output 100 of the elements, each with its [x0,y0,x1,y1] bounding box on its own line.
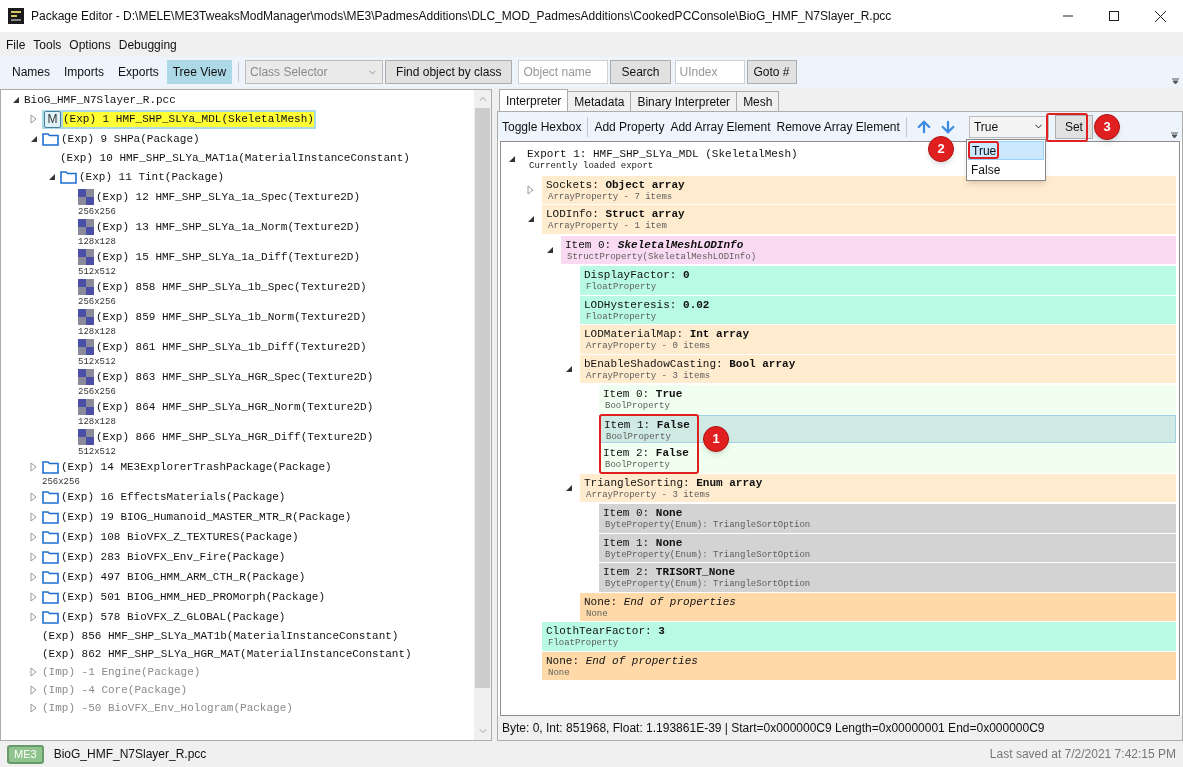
folder-icon [42,550,59,564]
toolbar-button[interactable]: Remove Array Element [776,117,900,136]
export-row[interactable]: Export 1: HMF_SHP_SLYa_MDL (SkeletalMesh) Currently loaded export [523,145,798,174]
tree-item[interactable]: (Exp) 9 SHPa(Package) [42,131,202,147]
expanded-arrow-icon[interactable] [11,95,20,105]
tree-item[interactable]: (Exp) 10 HMF_SHP_SLYa_MAT1a(MaterialInstanceConstant) [60,150,412,166]
collapsed-arrow-icon[interactable] [29,592,38,602]
tree-item[interactable]: (Imp) -1 Engine(Package) [42,664,203,680]
view-button[interactable]: Exports [112,60,165,84]
property-row[interactable]: ClothTearFactor: 3 FloatProperty [542,622,1176,651]
collapsed-arrow-icon[interactable] [29,512,38,522]
property-type: ArrayProperty - 3 items [586,489,711,501]
property-row[interactable]: TriangleSorting: Enum array ArrayProperty - 3 items [580,473,1176,502]
tree-item[interactable]: (Exp) 863 HMF_SHP_SLYa_HGR_Spec(Texture2D) [78,369,376,385]
tree-item[interactable]: (Exp) 866 HMF_SHP_SLYa_HGR_Diff(Texture2D) [78,429,376,445]
property-row[interactable]: Item 1: None ByteProperty(Enum): TriangleSortOption [599,533,1176,562]
tree-item[interactable]: (Exp) 501 BIOG_HMM_HED_PROMorph(Package) [42,589,328,605]
collapsed-arrow-icon[interactable] [29,572,38,582]
menu-item[interactable]: Tools [29,35,66,54]
goto-button[interactable]: Goto # [746,60,797,84]
collapsed-arrow-icon[interactable] [29,703,38,713]
tree-item[interactable]: (Exp) 13 HMF_SHP_SLYa_1a_Norm(Texture2D) [78,219,363,235]
overflow-icon[interactable] [1171,132,1178,139]
tab[interactable]: Interpreter [499,89,569,111]
property-row[interactable]: Item 0: True BoolProperty [599,385,1176,414]
property-row[interactable]: DisplayFactor: 0 FloatProperty [580,266,1176,295]
tree-item[interactable]: (Imp) -4 Core(Package) [42,682,190,698]
tab[interactable]: Mesh [736,91,780,111]
tab[interactable]: Binary Interpreter [630,91,738,111]
tree-item[interactable]: (Exp) 12 HMF_SHP_SLYa_1a_Spec(Texture2D) [78,189,363,205]
property-label: None: End of properties [546,653,698,668]
tree-item[interactable]: (Imp) -50 BioVFX_Env_Hologram(Package) [42,700,295,716]
menu-item[interactable]: File [2,35,30,54]
property-label: ClothTearFactor: 3 [546,624,665,638]
menu-item[interactable]: Options [65,35,115,54]
toolbar-button[interactable]: Add Property [594,117,665,136]
search-button[interactable]: Search [610,60,671,84]
property-label: None: End of properties [584,594,736,609]
tree-item[interactable]: (Exp) 16 EffectsMaterials(Package) [42,489,288,505]
collapsed-arrow-icon[interactable] [29,492,38,502]
collapsed-arrow-icon[interactable] [29,532,38,542]
tree-item[interactable]: (Exp) 108 BioVFX_Z_TEXTURES(Package) [42,529,301,545]
property-row[interactable]: LODMaterialMap: Int array ArrayProperty - 0 items [580,325,1176,354]
find-object-button[interactable]: Find object by class [385,60,513,84]
property-label: Item 1: False [604,417,690,432]
overflow-icon[interactable] [1172,78,1179,85]
property-row[interactable]: Sockets: Object array ArrayProperty - 7 items [542,175,1176,204]
view-button[interactable]: Tree View [166,60,233,84]
tree-item[interactable]: (Exp) 859 HMF_SHP_SLYa_1b_Norm(Texture2D) [78,309,369,325]
tree-item[interactable]: (Exp) 856 HMF_SHP_SLYa_MAT1b(MaterialInstanceConstant) [42,628,401,644]
view-button[interactable]: Imports [58,60,111,84]
expanded-arrow-icon[interactable] [507,154,516,164]
tree-item[interactable]: M (Exp) 1 HMF_SHP_SLYa_MDL(SkeletalMesh) [42,109,316,129]
object-name-field[interactable]: Object name [518,60,609,84]
expanded-arrow-icon[interactable] [47,172,56,182]
tree-item[interactable]: (Exp) 19 BIOG_Humanoid_MASTER_MTR_R(Package) [42,509,354,525]
tree-item[interactable]: (Exp) 14 ME3ExplorerTrashPackage(Package) [42,459,334,475]
tree-item[interactable]: (Exp) 864 HMF_SHP_SLYa_HGR_Norm(Texture2D) [78,399,376,415]
texture-size: 128x128 [78,237,116,247]
close-icon [1154,10,1166,22]
property-row[interactable]: LODHysteresis: 0.02 FloatProperty [580,295,1176,324]
expanded-arrow-icon[interactable] [29,134,38,144]
collapsed-arrow-icon[interactable] [29,114,38,124]
tree-item[interactable]: (Exp) 858 HMF_SHP_SLYa_1b_Spec(Texture2D) [78,279,369,295]
property-row[interactable]: Item 2: False BoolProperty [599,444,1176,473]
maximize-icon [1109,11,1119,21]
property-row[interactable]: bEnableShadowCasting: Bool array ArrayProperty - 3 items [580,354,1176,383]
menu-item[interactable]: Debugging [114,35,181,54]
tree-item[interactable]: (Exp) 578 BioVFX_Z_GLOBAL(Package) [42,609,288,625]
scrollbar[interactable] [474,90,491,740]
property-row[interactable]: None: End of properties None [542,651,1176,680]
property-row[interactable]: Item 0: None ByteProperty(Enum): TriangleSortOption [599,504,1176,533]
property-row[interactable]: Item 2: TRISORT_None ByteProperty(Enum): TriangleSortOption [599,563,1176,592]
tree-item[interactable]: (Exp) 497 BIOG_HMM_ARM_CTH_R(Package) [42,569,308,585]
property-row[interactable]: None: End of properties None [580,592,1176,621]
tree-item[interactable]: (Exp) 861 HMF_SHP_SLYa_1b_Diff(Texture2D) [78,339,369,355]
value-dropdown[interactable]: True [968,115,1049,138]
tree-item[interactable]: (Exp) 11 Tint(Package) [60,169,227,185]
tree-item[interactable]: (Exp) 283 BioVFX_Env_Fire(Package) [42,549,288,565]
property-label: Item 2: TRISORT_None [603,565,736,579]
expanded-arrow-icon[interactable] [526,214,535,224]
toolbar-button[interactable]: Add Array Element [670,117,771,136]
scrollbar-thumb[interactable] [475,108,490,688]
tree-item[interactable]: (Exp) 862 HMF_SHP_SLYa_HGR_MAT(MaterialInstanceConstant) [42,646,414,662]
collapsed-arrow-icon[interactable] [29,612,38,622]
property-row[interactable]: LODInfo: Struct array ArrayProperty - 1 item [542,205,1176,234]
toolbar-button[interactable]: Toggle Hexbox [502,117,582,136]
tree-item[interactable]: BioG_HMF_N7Slayer_R.pcc [24,92,178,108]
view-button[interactable]: Names [6,60,56,84]
property-row[interactable]: Item 0: SkeletalMeshLODInfo StructProperty(SkeletalMeshLODInfo) [561,235,1176,264]
tree-item[interactable]: (Exp) 15 HMF_SHP_SLYa_1a_Diff(Texture2D) [78,249,363,265]
collapsed-arrow-icon[interactable] [29,685,38,695]
uindex-field[interactable]: UIndex [674,60,745,84]
collapsed-arrow-icon[interactable] [29,552,38,562]
property-label: Item 0: True [603,387,683,401]
property-type: ByteProperty(Enum): TriangleSortOption [605,549,811,561]
collapsed-arrow-icon[interactable] [526,184,535,195]
checker-texture-icon [78,369,94,385]
collapsed-arrow-icon[interactable] [29,667,38,677]
collapsed-arrow-icon[interactable] [29,462,38,472]
